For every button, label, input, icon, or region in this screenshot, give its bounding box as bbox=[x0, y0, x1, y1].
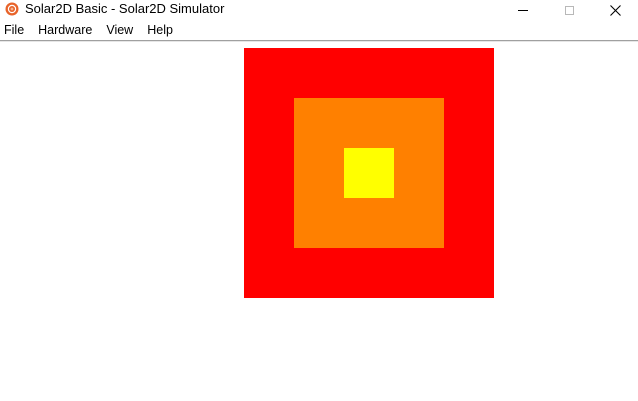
close-button[interactable] bbox=[592, 0, 638, 20]
menu-bar: File Hardware View Help bbox=[0, 20, 638, 40]
maximize-icon bbox=[564, 5, 574, 15]
minimize-button[interactable] bbox=[500, 0, 546, 20]
yellow-square bbox=[344, 148, 394, 198]
menu-file[interactable]: File bbox=[4, 20, 38, 40]
menu-view[interactable]: View bbox=[106, 20, 147, 40]
menu-help[interactable]: Help bbox=[147, 20, 180, 40]
simulator-window: Solar2D Basic - Solar2D Simulator File H… bbox=[0, 0, 638, 401]
solar2d-logo-icon bbox=[5, 2, 19, 16]
menu-hardware[interactable]: Hardware bbox=[38, 20, 106, 40]
maximize-button[interactable] bbox=[546, 0, 592, 20]
title-bar[interactable]: Solar2D Basic - Solar2D Simulator bbox=[0, 0, 638, 20]
minimize-icon bbox=[518, 9, 528, 11]
window-title: Solar2D Basic - Solar2D Simulator bbox=[25, 1, 225, 16]
simulator-canvas[interactable] bbox=[0, 42, 638, 401]
close-icon bbox=[609, 4, 621, 16]
